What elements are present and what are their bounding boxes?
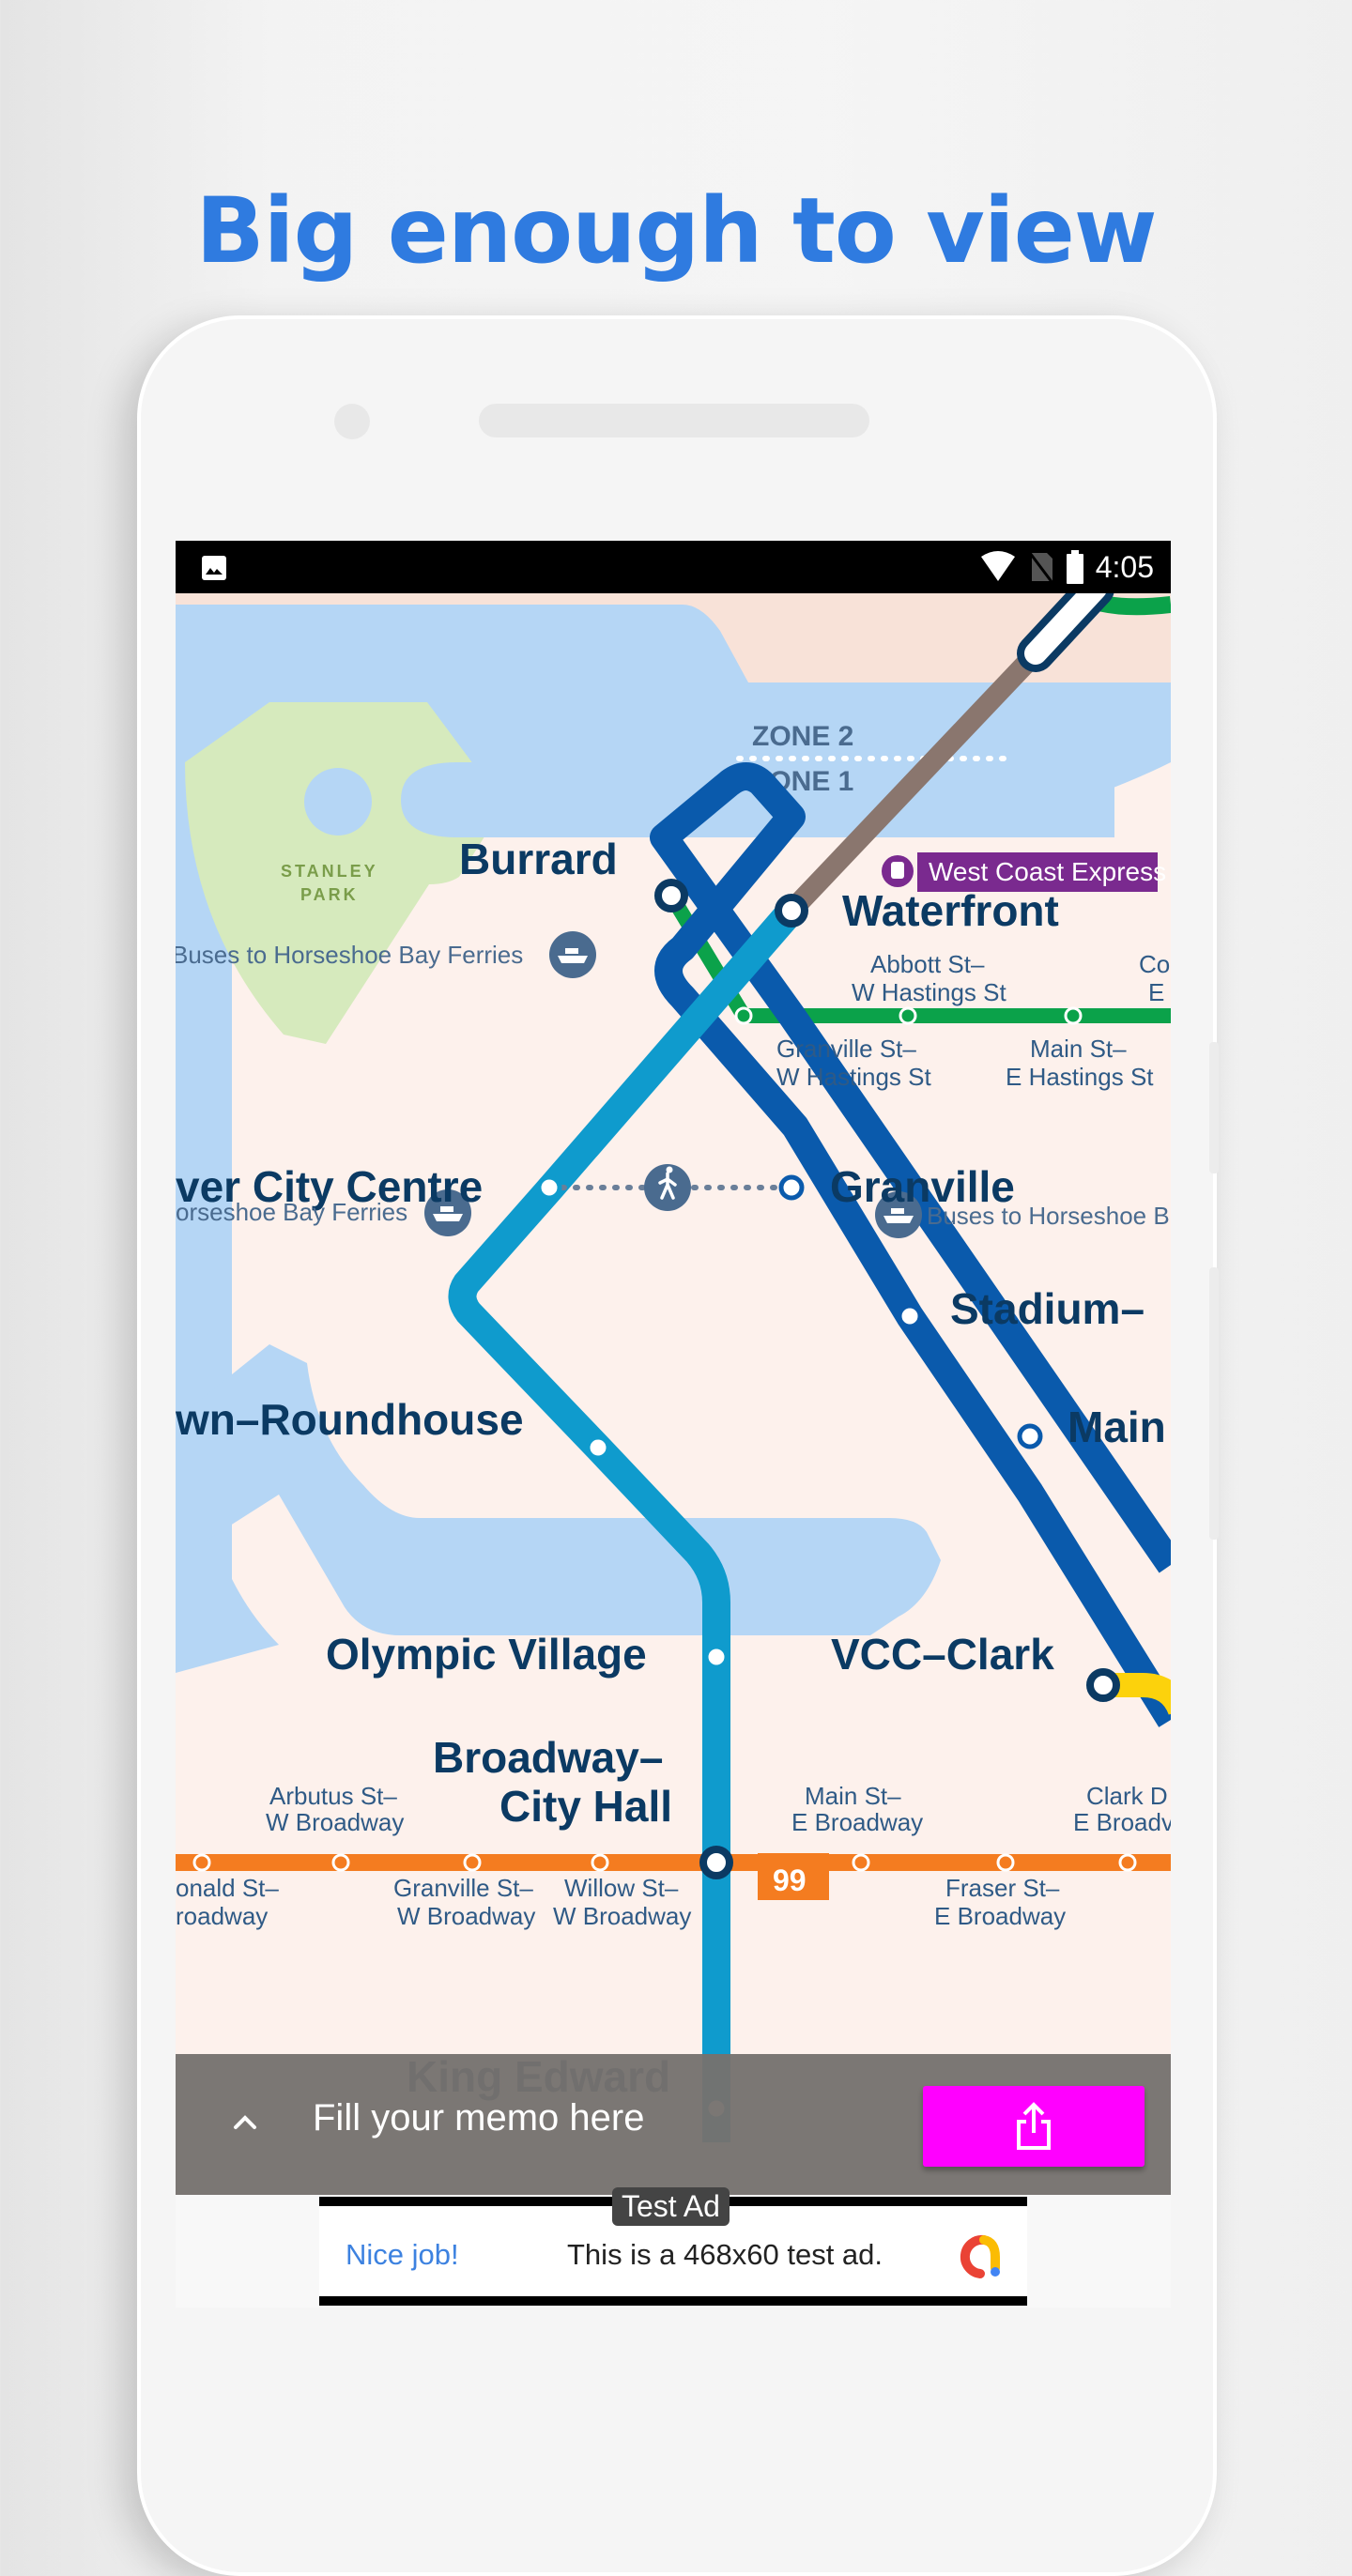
bus-stop-dot bbox=[852, 1853, 870, 1872]
station-olympic-village[interactable]: Olympic Village bbox=[326, 1630, 647, 1679]
clock: 4:05 bbox=[1095, 549, 1154, 584]
stop-label: E Broadway bbox=[934, 1902, 1066, 1930]
stop-label: Arbutus St– bbox=[269, 1782, 397, 1810]
wifi-icon bbox=[980, 551, 1015, 581]
station-dot[interactable] bbox=[897, 1303, 923, 1329]
bus-stop-dot bbox=[734, 1006, 753, 1025]
lost-lagoon bbox=[304, 768, 372, 836]
bus-stop-dot bbox=[1118, 1853, 1137, 1872]
no-sim-icon bbox=[1028, 552, 1053, 583]
stop-label: Fraser St– bbox=[945, 1874, 1060, 1902]
phone-screen: 4:05 STANLEY PARK ZONE 2 ZONE 1 99 West … bbox=[176, 541, 1171, 2308]
stop-label: Abbott St– bbox=[870, 950, 985, 978]
stop-label: W Hastings St bbox=[776, 1063, 931, 1091]
stop-label: Granville St– bbox=[393, 1874, 533, 1902]
chevron-up-icon[interactable] bbox=[226, 2103, 264, 2140]
station-dot[interactable] bbox=[536, 1174, 562, 1201]
stop-label: Granville St– bbox=[776, 1035, 916, 1063]
bus-stop-dot bbox=[591, 1853, 609, 1872]
map-canvas[interactable]: STANLEY PARK ZONE 2 ZONE 1 99 West Coast… bbox=[176, 593, 1171, 2142]
train-icon-glyph bbox=[891, 862, 904, 879]
wce-badge-label: West Coast Express bbox=[929, 857, 1166, 886]
phone-camera bbox=[334, 404, 370, 439]
park-label: PARK bbox=[300, 885, 359, 904]
park-label: STANLEY bbox=[281, 862, 378, 881]
stop-label: W Broadway bbox=[397, 1902, 535, 1930]
battery-icon bbox=[1066, 550, 1083, 584]
stop-label: E Broadv bbox=[1073, 1808, 1171, 1836]
transit-map[interactable]: STANLEY PARK ZONE 2 ZONE 1 99 West Coast… bbox=[176, 593, 1171, 2142]
memo-input[interactable]: Fill your memo here bbox=[313, 2097, 644, 2139]
stop-label: Clark D bbox=[1086, 1782, 1168, 1810]
station-vcc-clark[interactable]: VCC–Clark bbox=[831, 1630, 1054, 1679]
station-dot[interactable] bbox=[703, 1644, 730, 1670]
station-dot[interactable] bbox=[1017, 1423, 1043, 1449]
station-broadway-city-hall[interactable]: City Hall bbox=[499, 1782, 672, 1831]
station-waterfront[interactable]: Waterfront bbox=[842, 886, 1059, 935]
stop-label: W Hastings St bbox=[852, 978, 1006, 1006]
bus-stop-dot bbox=[331, 1853, 350, 1872]
ferry-note: orseshoe Bay Ferries bbox=[176, 1198, 407, 1226]
stop-label: roadway bbox=[176, 1902, 268, 1930]
station-stadium[interactable]: Stadium– bbox=[950, 1284, 1145, 1333]
stop-label: W Broadway bbox=[266, 1808, 404, 1836]
stop-label: E Hastings St bbox=[1006, 1063, 1154, 1091]
stop-label: E Broadway bbox=[791, 1808, 923, 1836]
stop-label: onald St– bbox=[176, 1874, 279, 1902]
station-burrard[interactable]: Burrard bbox=[459, 835, 618, 883]
phone-speaker bbox=[479, 404, 869, 437]
memo-bar: Fill your memo here bbox=[176, 2054, 1171, 2195]
station-main[interactable]: Main bbox=[1068, 1403, 1166, 1451]
zone-2-label: ZONE 2 bbox=[752, 721, 853, 752]
walk-figure-head bbox=[666, 1166, 673, 1173]
bus-stop-dot bbox=[899, 1006, 917, 1025]
station-dot[interactable] bbox=[585, 1434, 611, 1461]
ad-headline[interactable]: Nice job! bbox=[346, 2238, 459, 2272]
bus-stop-dot bbox=[1064, 1006, 1083, 1025]
interchange-dot[interactable] bbox=[1086, 1668, 1120, 1702]
station-dot[interactable] bbox=[778, 1174, 805, 1201]
status-bar: 4:05 bbox=[176, 541, 1171, 593]
stop-label: Main St– bbox=[1030, 1035, 1127, 1063]
promo-headline: Big enough to view bbox=[195, 178, 1158, 284]
route-99-label: 99 bbox=[773, 1863, 807, 1897]
phone-side-button bbox=[1209, 1042, 1219, 1173]
stop-label: E bbox=[1148, 978, 1164, 1006]
station-yaletown[interactable]: wn–Roundhouse bbox=[176, 1395, 524, 1444]
ad-label: Test Ad bbox=[612, 2187, 730, 2226]
admob-logo-icon bbox=[960, 2234, 1000, 2278]
ferry-note: Buses to Horseshoe Bay Ferries bbox=[176, 941, 523, 969]
phone-side-button bbox=[1209, 1267, 1219, 1540]
stop-label: W Broadway bbox=[553, 1902, 691, 1930]
ad-body[interactable]: This is a 468x60 test ad. bbox=[567, 2238, 883, 2272]
bus-stop-dot bbox=[463, 1853, 482, 1872]
ferry-note: Buses to Horseshoe B bbox=[927, 1202, 1170, 1230]
image-icon bbox=[202, 556, 226, 580]
share-button[interactable] bbox=[923, 2086, 1145, 2167]
station-broadway-city-hall[interactable]: Broadway– bbox=[433, 1733, 663, 1782]
interchange-dot[interactable] bbox=[654, 879, 688, 912]
interchange-dot[interactable] bbox=[699, 1846, 733, 1879]
stop-label: Main St– bbox=[805, 1782, 901, 1810]
stop-label: Willow St– bbox=[564, 1874, 679, 1902]
bus-stop-dot bbox=[192, 1853, 211, 1872]
share-icon bbox=[1017, 2102, 1051, 2150]
ad-container: Test Ad Nice job! This is a 468x60 test … bbox=[176, 2187, 1171, 2308]
bus-stop-dot bbox=[996, 1853, 1015, 1872]
stop-label: Co bbox=[1139, 950, 1170, 978]
interchange-dot[interactable] bbox=[775, 894, 808, 928]
ferry-icon bbox=[549, 931, 596, 978]
